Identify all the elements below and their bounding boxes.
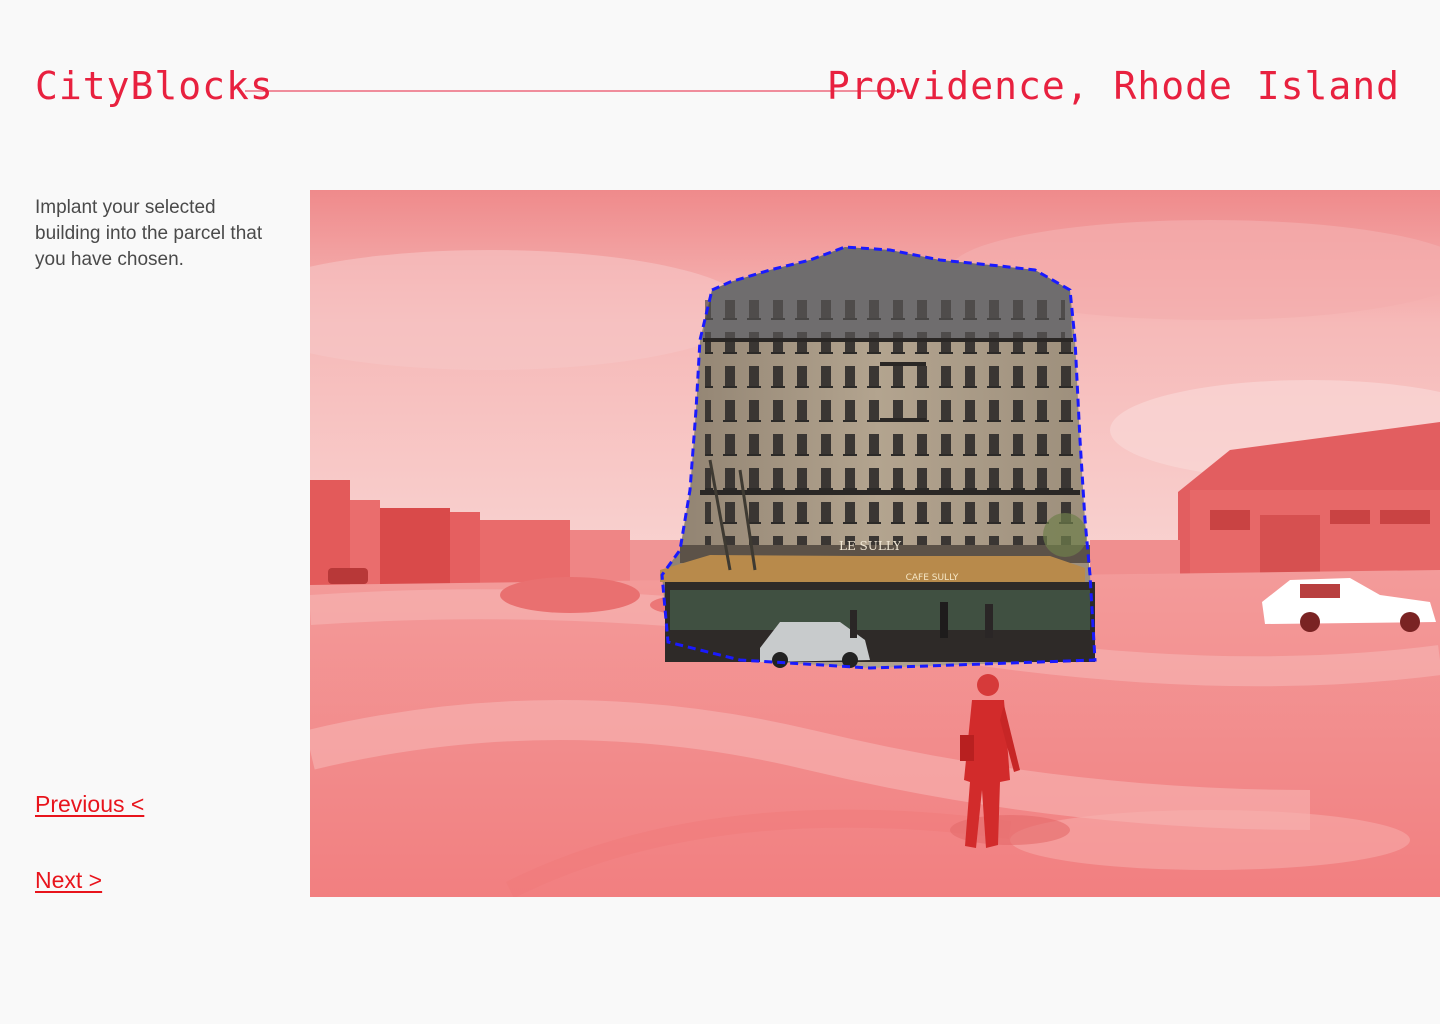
instructions-text: Implant your selected building into the … [35, 197, 263, 270]
implanted-building: LE SULLY CAFE SULLY [660, 245, 1097, 670]
previous-link[interactable]: Previous < [35, 791, 144, 818]
awning-sign: CAFE SULLY [906, 573, 959, 583]
street-view-composite[interactable]: LE SULLY CAFE SULLY [310, 190, 1440, 897]
brand-title[interactable]: CityBlocks [35, 62, 274, 110]
parked-car-left [328, 568, 368, 584]
building-sign: LE SULLY [839, 539, 902, 553]
scene-svg: LE SULLY CAFE SULLY [310, 190, 1440, 897]
page: CityBlocks Providence, Rhode Island Impl… [0, 0, 1440, 1024]
location-title: Providence, Rhode Island [826, 64, 1400, 108]
header-arrow [245, 89, 905, 93]
next-link[interactable]: Next > [35, 867, 102, 894]
